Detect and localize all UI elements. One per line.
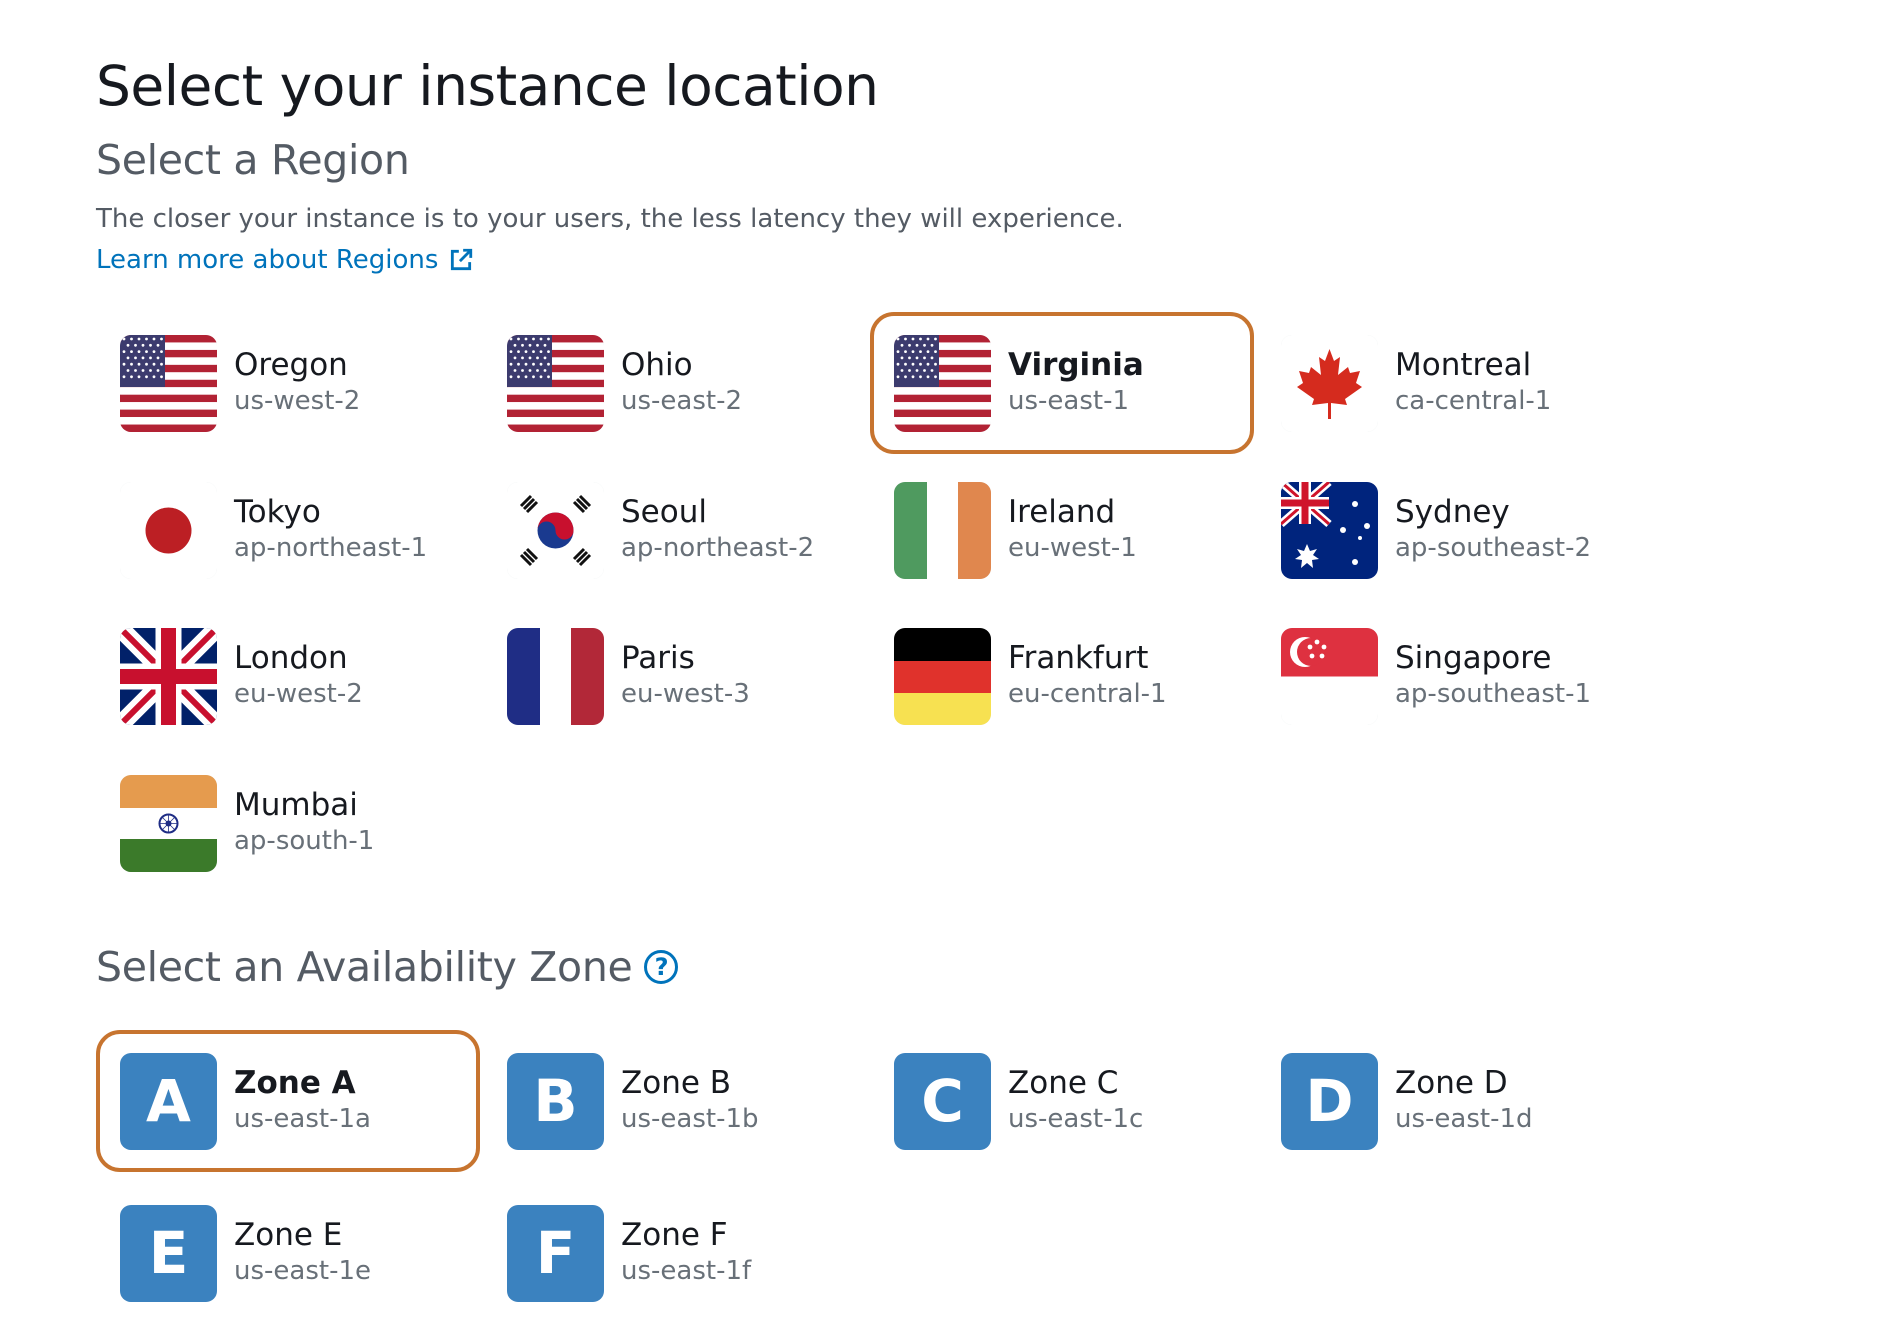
zone-letter-badge: E [120,1204,217,1302]
region-name: Tokyo [234,494,321,530]
zone-letter-badge: A [120,1052,217,1150]
region-card[interactable]: Mumbai ap-south-1 [96,752,480,894]
region-code: ap-southeast-1 [1395,679,1592,709]
region-name: Montreal [1395,347,1532,383]
region-card[interactable]: Paris eu-west-3 [483,605,867,747]
australia-flag-icon [1281,481,1378,579]
region-name: Seoul [621,494,707,530]
region-card[interactable]: Singapore ap-southeast-1 [1257,605,1641,747]
zone-name: Zone A [234,1065,356,1101]
zone-name: Zone E [234,1217,343,1253]
germany-flag-icon [894,627,991,725]
zone-card[interactable]: B Zone Bus-east-1b [483,1030,867,1172]
zone-card[interactable]: C Zone Cus-east-1c [870,1030,1254,1172]
zone-letter-badge: B [507,1052,604,1150]
region-card[interactable]: Frankfurt eu-central-1 [870,605,1254,747]
japan-flag-icon [120,481,217,579]
region-name: Virginia [1008,347,1144,383]
zone-name: Zone F [621,1217,728,1253]
region-code: eu-west-3 [621,679,750,709]
france-flag-icon [507,627,604,725]
region-code: ca-central-1 [1395,386,1552,416]
zone-code: us-east-1f [621,1256,752,1286]
region-code: eu-west-2 [234,679,363,709]
az-title-label: Select an Availability Zone [96,943,633,991]
zone-code: us-east-1e [234,1256,371,1286]
learn-more-regions-link[interactable]: Learn more about Regions [96,245,474,275]
region-code: eu-central-1 [1008,679,1167,709]
region-code: ap-northeast-2 [621,533,815,563]
region-card[interactable]: Seoul ap-northeast-2 [483,459,867,601]
region-name: Sydney [1395,494,1510,530]
region-name: Ohio [621,347,693,383]
region-name: Paris [621,640,695,676]
region-code: ap-southeast-2 [1395,533,1592,563]
region-card[interactable]: Oregon us-west-2 [96,312,480,454]
region-code: eu-west-1 [1008,533,1137,563]
canada-flag-icon [1281,334,1378,432]
region-card[interactable]: Ireland eu-west-1 [870,459,1254,601]
region-description: The closer your instance is to your user… [96,204,1124,234]
zone-name: Zone B [621,1065,732,1101]
zone-card[interactable]: F Zone Fus-east-1f [483,1182,867,1324]
region-section-title: Select a Region [96,136,410,184]
region-card[interactable]: Ohio us-east-2 [483,312,867,454]
region-card-selected[interactable]: Virginia us-east-1 [870,312,1254,454]
zone-letter-badge: C [894,1052,991,1150]
region-card[interactable]: London eu-west-2 [96,605,480,747]
region-name: London [234,640,348,676]
zone-code: us-east-1b [621,1104,759,1134]
zone-letter-badge: F [507,1204,604,1302]
korea-flag-icon [507,481,604,579]
help-icon[interactable]: ? [644,950,679,984]
us-flag-icon [507,334,604,432]
india-flag-icon [120,774,217,872]
us-flag-icon [894,334,991,432]
zone-card-selected[interactable]: A Zone Aus-east-1a [96,1030,480,1172]
az-section-title: Select an Availability Zone ? [96,943,679,991]
region-code: us-east-1 [1008,386,1129,416]
uk-flag-icon [120,627,217,725]
region-code: ap-northeast-1 [234,533,428,563]
zone-name: Zone D [1395,1065,1508,1101]
learn-more-label: Learn more about Regions [96,245,439,275]
zone-code: us-east-1c [1008,1104,1144,1134]
zone-card[interactable]: D Zone Dus-east-1d [1257,1030,1641,1172]
region-name: Singapore [1395,640,1552,676]
region-name: Frankfurt [1008,640,1149,676]
zone-code: us-east-1d [1395,1104,1533,1134]
us-flag-icon [120,334,217,432]
region-code: us-east-2 [621,386,742,416]
region-name: Mumbai [234,787,358,823]
region-card[interactable]: Montreal ca-central-1 [1257,312,1641,454]
region-code: us-west-2 [234,386,361,416]
zone-code: us-east-1a [234,1104,371,1134]
page-title: Select your instance location [96,54,879,118]
region-card[interactable]: Tokyo ap-northeast-1 [96,459,480,601]
zone-letter-badge: D [1281,1052,1378,1150]
zone-card[interactable]: E Zone Eus-east-1e [96,1182,480,1324]
region-name: Oregon [234,347,348,383]
region-code: ap-south-1 [234,826,375,856]
zone-name: Zone C [1008,1065,1119,1101]
external-link-icon [451,248,473,271]
ireland-flag-icon [894,481,991,579]
region-card[interactable]: Sydney ap-southeast-2 [1257,459,1641,601]
region-name: Ireland [1008,494,1116,530]
singapore-flag-icon [1281,627,1378,725]
